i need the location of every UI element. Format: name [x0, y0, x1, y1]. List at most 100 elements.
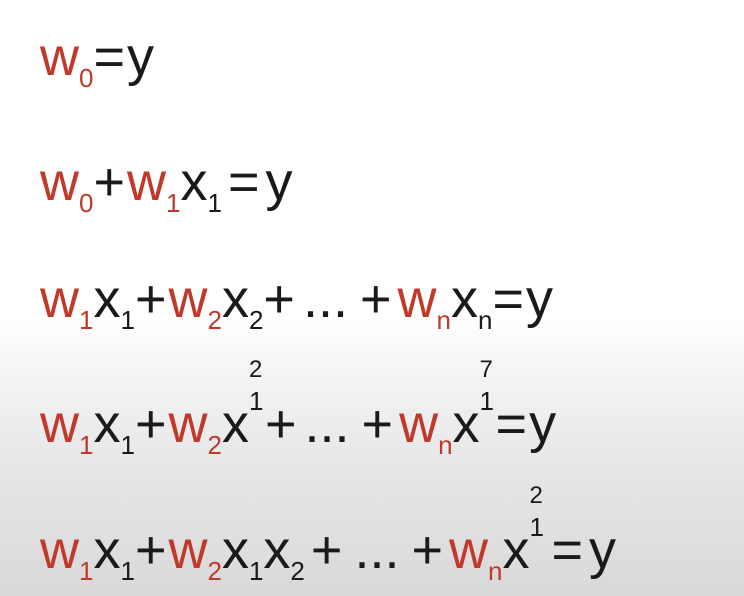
script-group: 1: [166, 178, 180, 216]
operator-symbol: +: [411, 520, 443, 580]
operator: =: [496, 397, 530, 451]
variable-term: x1: [93, 394, 134, 458]
superscript: 2: [248, 356, 263, 383]
variable-symbol: x: [93, 394, 121, 454]
subscript: n: [478, 305, 493, 335]
subscript: 1: [79, 556, 94, 586]
operator: +: [135, 272, 169, 326]
operator-symbol: +: [263, 269, 295, 329]
operator: =: [222, 155, 266, 209]
subscript: 1: [166, 188, 181, 218]
weight-term: w2: [168, 269, 221, 333]
subscript: 1: [79, 305, 94, 335]
weight-symbol: w: [168, 520, 208, 580]
variable-symbol: x: [221, 394, 249, 454]
script-group: 1: [120, 546, 134, 584]
subscript: 2: [248, 305, 264, 335]
operator-symbol: +: [359, 269, 392, 329]
equation-slide: w0= y w0+ w1x1 = y w1x1+w2x2+... + wnxn= y w…: [0, 0, 744, 596]
subscript: 2: [207, 556, 222, 586]
script-group: 21: [248, 358, 265, 442]
variable-term: x2: [221, 269, 263, 333]
weight-term: w2: [168, 397, 221, 458]
variable-term: x21: [221, 358, 265, 454]
subscript: 2: [207, 430, 222, 460]
subscript: 1: [479, 386, 494, 416]
variable-term: x1: [93, 269, 134, 333]
operator: =: [545, 523, 589, 577]
weight-term: w0: [40, 155, 93, 216]
script-group: 1: [79, 546, 93, 584]
operator: =: [492, 272, 526, 326]
script-group: 2: [207, 546, 221, 584]
variable-symbol: x: [93, 269, 121, 329]
script-group: n: [438, 420, 452, 458]
operator: +: [135, 397, 169, 451]
ellipsis: ...: [348, 523, 405, 577]
result-symbol: y: [526, 269, 554, 329]
result-term: y: [529, 397, 556, 451]
weight-symbol: w: [168, 269, 208, 329]
variable-term: x21: [502, 484, 545, 580]
operator: +: [354, 272, 398, 326]
operator-symbol: =: [492, 269, 525, 329]
variable-symbol: x: [502, 520, 530, 580]
variable-symbol: x: [263, 520, 291, 580]
variable-symbol: x: [221, 520, 249, 580]
operator: +: [135, 523, 169, 577]
operator-symbol: =: [495, 394, 528, 454]
equation-3: w1x1+w2x2+... + wnxn= y: [40, 269, 553, 333]
script-group: 21: [529, 484, 545, 568]
variable-symbol: x: [221, 269, 249, 329]
subscript: 2: [290, 556, 305, 586]
script-group: n: [478, 295, 492, 333]
subscript: 1: [207, 188, 222, 218]
weight-term: wn: [399, 394, 452, 458]
subscript: 0: [79, 63, 94, 93]
operator: +: [356, 397, 400, 451]
variable-term: x1: [180, 152, 221, 216]
weight-symbol: w: [40, 520, 79, 580]
script-group: 1: [207, 178, 221, 216]
script-group: n: [437, 295, 451, 333]
operator: +: [93, 155, 127, 209]
operator-symbol: +: [134, 520, 167, 580]
variable-term: x1: [93, 523, 134, 584]
subscript: n: [488, 556, 503, 586]
variable-symbol: x: [180, 152, 208, 212]
weight-term: w2: [168, 520, 221, 584]
weight-symbol: w: [399, 394, 439, 454]
script-group: 2: [207, 420, 221, 458]
script-group: 1: [249, 546, 263, 584]
operator: =: [93, 30, 127, 84]
operator: +: [305, 523, 349, 577]
weight-symbol: w: [40, 27, 79, 87]
subscript: n: [438, 430, 453, 460]
ellipsis: ...: [299, 397, 356, 451]
weight-symbol: w: [127, 152, 167, 212]
subscript: 1: [79, 430, 94, 460]
subscript: 1: [120, 305, 135, 335]
weight-term: w1: [40, 520, 93, 584]
subscript: 0: [79, 188, 94, 218]
subscript: 1: [248, 386, 264, 416]
weight-symbol: w: [397, 269, 437, 329]
variable-term: xn: [451, 272, 492, 333]
script-group: 2: [290, 546, 304, 584]
script-group: 1: [120, 295, 134, 333]
operator-symbol: +: [264, 394, 297, 454]
subscript: 2: [207, 305, 222, 335]
operator: +: [265, 397, 299, 451]
superscript: 2: [529, 482, 543, 509]
operator: +: [263, 272, 297, 326]
weight-symbol: w: [40, 394, 79, 454]
weight-symbol: w: [40, 269, 79, 329]
weight-term: w1: [127, 152, 180, 216]
operator-symbol: +: [93, 152, 126, 212]
operator-symbol: =: [551, 520, 584, 580]
weight-symbol: w: [449, 520, 488, 580]
weight-term: w1: [40, 394, 93, 458]
operator-symbol: +: [134, 394, 167, 454]
result-term: y: [526, 272, 553, 326]
result-term: y: [127, 30, 154, 84]
